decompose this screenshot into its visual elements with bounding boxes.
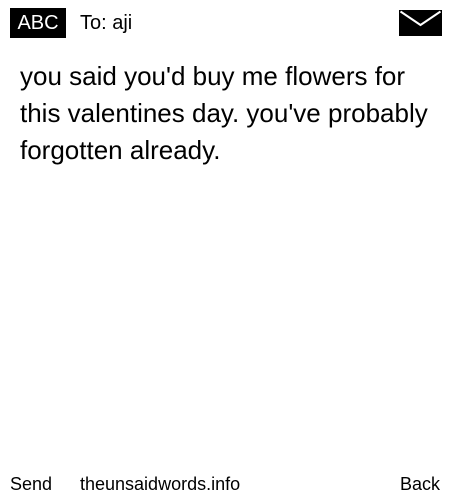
site-link[interactable]: theunsaidwords.info bbox=[80, 468, 240, 500]
envelope-icon bbox=[399, 10, 442, 36]
back-button[interactable]: Back bbox=[400, 468, 440, 500]
send-button[interactable]: Send bbox=[10, 468, 52, 500]
recipient-label[interactable]: To: aji bbox=[80, 8, 132, 38]
input-mode-badge[interactable]: ABC bbox=[10, 8, 66, 38]
message-body[interactable]: you said you'd buy me flowers for this v… bbox=[20, 58, 430, 169]
message-header: ABC To: aji bbox=[0, 0, 450, 44]
softkey-bar: Send theunsaidwords.info Back bbox=[0, 468, 450, 500]
